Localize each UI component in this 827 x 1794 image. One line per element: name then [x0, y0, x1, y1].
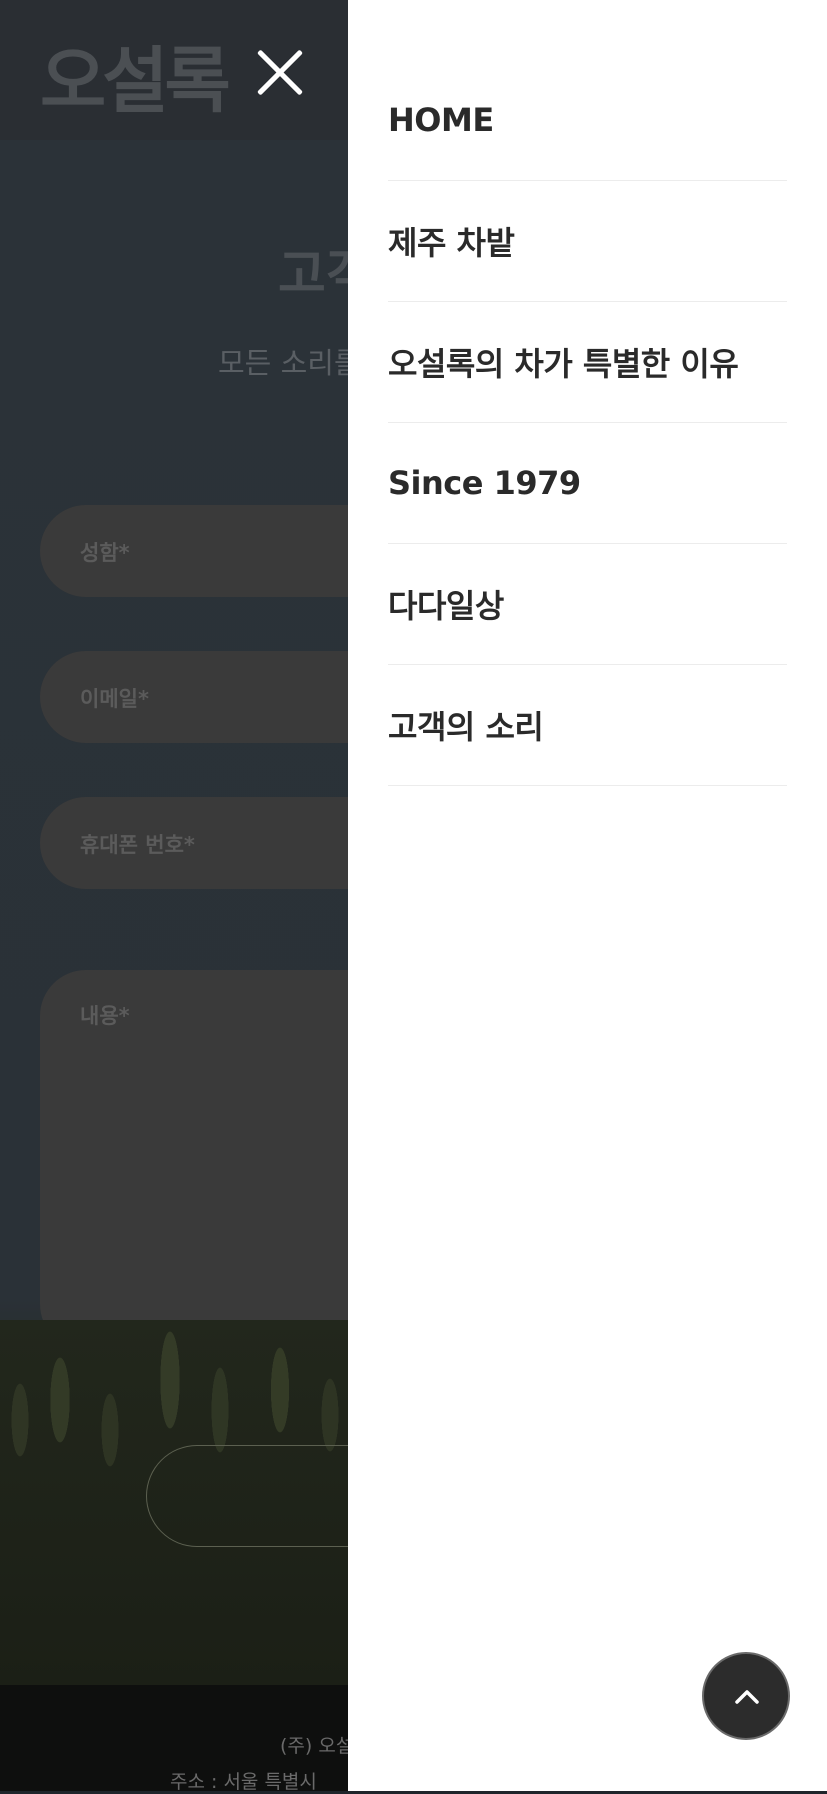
phone-placeholder: 휴대폰 번호*	[80, 833, 195, 857]
scroll-top-button[interactable]	[702, 1652, 790, 1740]
footer-company: (주) 오설	[280, 1735, 354, 1757]
close-icon[interactable]	[252, 45, 308, 101]
content-placeholder: 내용*	[80, 1004, 130, 1028]
email-field[interactable]: 이메일*	[40, 651, 400, 743]
menu-item-dada-daily[interactable]: 다다일상	[388, 544, 787, 665]
menu-item-jeju-tea-field[interactable]: 제주 차밭	[388, 181, 787, 302]
name-field[interactable]: 성함*	[40, 505, 400, 597]
menu-item-label: Since 1979	[388, 464, 581, 502]
menu-item-customer-voice[interactable]: 고객의 소리	[388, 665, 787, 786]
menu-item-home[interactable]: HOME	[388, 60, 787, 181]
chevron-up-icon	[735, 1690, 759, 1704]
menu-item-label: 오설록의 차가 특별한 이유	[388, 345, 739, 383]
menu-item-label: 다다일상	[388, 587, 504, 625]
footer: (주) 오설 주소 : 서울 특별시	[0, 1685, 353, 1793]
menu-item-why-special[interactable]: 오설록의 차가 특별한 이유	[388, 302, 787, 423]
email-placeholder: 이메일*	[80, 687, 149, 711]
nav-menu: HOME 제주 차밭 오설록의 차가 특별한 이유 Since 1979 다다일…	[388, 60, 787, 786]
content-field[interactable]: 내용*	[40, 970, 400, 1350]
phone-field[interactable]: 휴대폰 번호*	[40, 797, 400, 889]
nav-drawer: HOME 제주 차밭 오설록의 차가 특별한 이유 Since 1979 다다일…	[348, 0, 827, 1791]
page-subtitle: 모든 소리를	[218, 346, 361, 380]
menu-item-label: HOME	[388, 101, 494, 139]
menu-item-label: 고객의 소리	[388, 708, 544, 746]
menu-item-label: 제주 차밭	[388, 224, 515, 262]
name-placeholder: 성함*	[80, 541, 130, 565]
site-logo[interactable]: 오설록	[40, 22, 231, 127]
menu-item-since-1979[interactable]: Since 1979	[388, 423, 787, 544]
footer-address: 주소 : 서울 특별시	[170, 1771, 317, 1793]
